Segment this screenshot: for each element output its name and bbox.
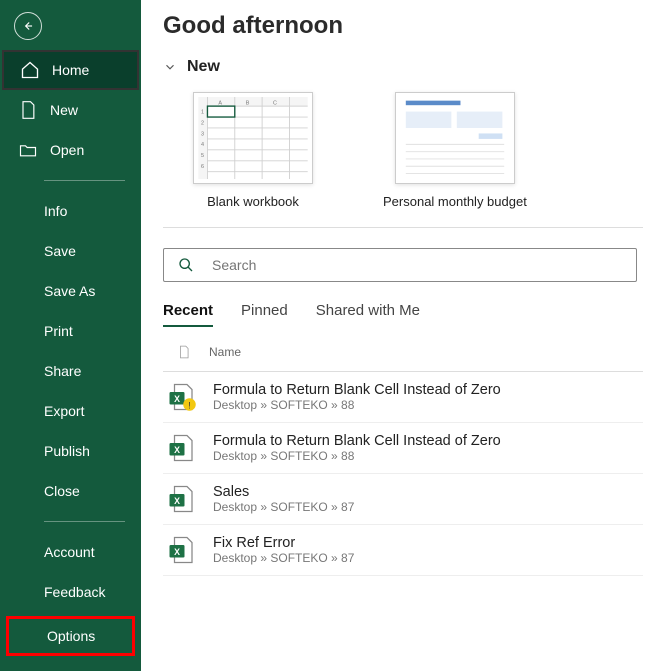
svg-text:X: X (174, 445, 180, 455)
template-personal-budget[interactable]: Personal monthly budget (383, 92, 527, 209)
nav-label: Info (44, 203, 67, 219)
nav-save-as[interactable]: Save As (0, 271, 141, 311)
excel-file-icon: X (167, 433, 197, 463)
nav-publish[interactable]: Publish (0, 431, 141, 471)
nav-account[interactable]: Account (0, 532, 141, 572)
nav-info[interactable]: Info (0, 191, 141, 231)
nav-label: Export (44, 403, 84, 419)
file-tabs: Recent Pinned Shared with Me (163, 302, 643, 327)
file-item[interactable]: X! Formula to Return Blank Cell Instead o… (163, 372, 643, 423)
svg-text:1: 1 (201, 109, 204, 115)
sidebar: Home New Open Info Save Save As Print Sh… (0, 0, 141, 671)
excel-file-icon: X (167, 484, 197, 514)
svg-text:5: 5 (201, 153, 204, 159)
back-button[interactable] (14, 12, 42, 40)
nav-label: Options (47, 628, 95, 644)
search-box[interactable] (163, 248, 637, 282)
nav-feedback[interactable]: Feedback (0, 572, 141, 612)
svg-text:3: 3 (201, 131, 204, 137)
budget-thumbnail (395, 92, 515, 184)
nav-label: Print (44, 323, 73, 339)
nav-label: New (50, 102, 78, 118)
tab-shared[interactable]: Shared with Me (316, 302, 420, 327)
page-title: Good afternoon (163, 12, 643, 40)
nav-new[interactable]: New (0, 90, 141, 130)
file-item[interactable]: X Formula to Return Blank Cell Instead of… (163, 423, 643, 474)
svg-text:2: 2 (201, 120, 204, 126)
file-item[interactable]: X Fix Ref ErrorDesktop » SOFTEKO » 87 (163, 525, 643, 576)
file-text: Fix Ref ErrorDesktop » SOFTEKO » 87 (213, 535, 354, 565)
svg-text:X: X (174, 496, 180, 506)
nav-label: Account (44, 544, 95, 560)
svg-text:!: ! (188, 400, 190, 410)
file-item[interactable]: X SalesDesktop » SOFTEKO » 87 (163, 474, 643, 525)
nav-label: Home (52, 62, 89, 78)
tab-pinned[interactable]: Pinned (241, 302, 288, 327)
template-row: A B C 1 2 3 4 5 6 Blank workbook (193, 92, 643, 209)
column-name: Name (209, 345, 241, 359)
file-name: Formula to Return Blank Cell Instead of … (213, 433, 501, 449)
excel-file-icon: X! (167, 382, 197, 412)
file-text: Formula to Return Blank Cell Instead of … (213, 433, 501, 463)
blank-workbook-thumbnail: A B C 1 2 3 4 5 6 (193, 92, 313, 184)
divider (44, 521, 125, 522)
main-area: Good afternoon New A B C 1 2 3 4 5 6 (141, 0, 653, 671)
file-path: Desktop » SOFTEKO » 88 (213, 449, 501, 463)
excel-file-icon: X (167, 535, 197, 565)
file-text: SalesDesktop » SOFTEKO » 87 (213, 484, 354, 514)
file-text: Formula to Return Blank Cell Instead of … (213, 382, 501, 412)
nav-label: Open (50, 142, 84, 158)
nav-label: Close (44, 483, 80, 499)
section-new-toggle[interactable]: New (163, 58, 643, 76)
file-name: Fix Ref Error (213, 535, 354, 551)
nav-print[interactable]: Print (0, 311, 141, 351)
nav-export[interactable]: Export (0, 391, 141, 431)
svg-text:X: X (174, 394, 180, 404)
file-path: Desktop » SOFTEKO » 87 (213, 551, 354, 565)
file-icon (177, 343, 191, 361)
template-label: Blank workbook (207, 194, 299, 209)
nav-label: Save (44, 243, 76, 259)
file-path: Desktop » SOFTEKO » 87 (213, 500, 354, 514)
template-label: Personal monthly budget (383, 194, 527, 209)
nav-label: Save As (44, 283, 95, 299)
search-icon (178, 257, 194, 273)
search-input[interactable] (212, 257, 622, 273)
page-icon (18, 100, 38, 120)
nav-close[interactable]: Close (0, 471, 141, 511)
list-header: Name (163, 335, 643, 372)
divider (44, 180, 125, 181)
svg-text:6: 6 (201, 164, 204, 170)
file-path: Desktop » SOFTEKO » 88 (213, 398, 501, 412)
file-list: X! Formula to Return Blank Cell Instead o… (163, 372, 643, 576)
nav-home[interactable]: Home (2, 50, 139, 90)
nav-options[interactable]: Options (6, 616, 135, 656)
svg-text:4: 4 (201, 142, 204, 148)
file-name: Formula to Return Blank Cell Instead of … (213, 382, 501, 398)
arrow-left-icon (21, 19, 35, 33)
section-label: New (187, 58, 220, 76)
svg-text:A: A (218, 100, 222, 106)
home-icon (20, 60, 40, 80)
svg-text:C: C (273, 100, 277, 106)
nav-share[interactable]: Share (0, 351, 141, 391)
nav-label: Publish (44, 443, 90, 459)
tab-recent[interactable]: Recent (163, 302, 213, 327)
nav-open[interactable]: Open (0, 130, 141, 170)
chevron-down-icon (163, 60, 177, 74)
file-name: Sales (213, 484, 354, 500)
nav-label: Feedback (44, 584, 105, 600)
svg-text:X: X (174, 547, 180, 557)
svg-text:B: B (246, 100, 250, 106)
template-blank-workbook[interactable]: A B C 1 2 3 4 5 6 Blank workbook (193, 92, 313, 209)
folder-open-icon (18, 140, 38, 160)
nav-label: Share (44, 363, 81, 379)
divider (163, 227, 643, 228)
nav-save[interactable]: Save (0, 231, 141, 271)
